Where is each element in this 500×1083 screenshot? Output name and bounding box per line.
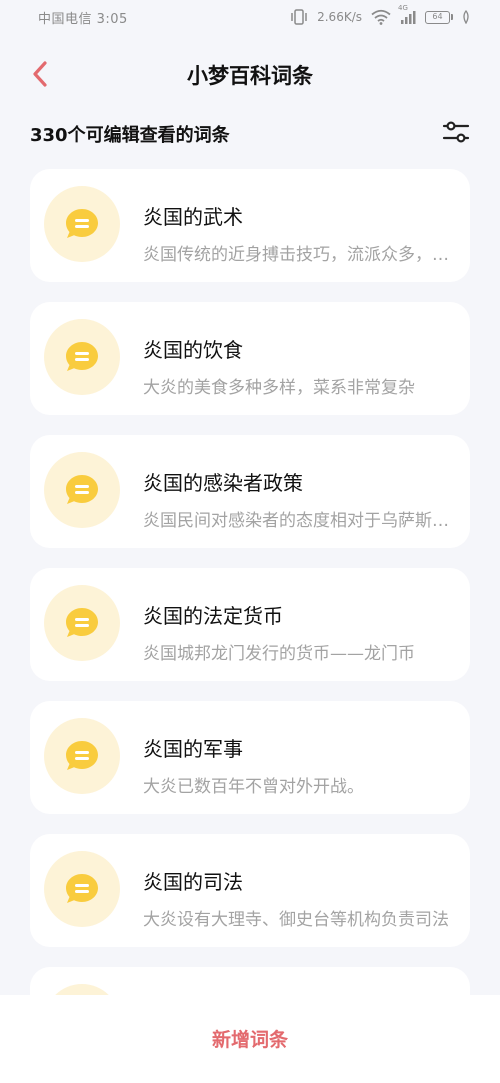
add-entry-button[interactable]: 新增词条 xyxy=(0,1025,500,1052)
entry-avatar xyxy=(44,718,120,794)
entry-card[interactable]: 炎国的感染者政策 炎国民间对感染者的态度相对于乌萨斯较为宽松 xyxy=(30,435,470,548)
entry-title: 炎国的饮食 xyxy=(143,338,243,362)
entry-title: 炎国的感染者政策 xyxy=(143,471,303,495)
bottom-bar: 新增词条 xyxy=(0,995,500,1083)
entry-avatar xyxy=(44,452,120,528)
wifi-icon xyxy=(371,9,391,25)
entry-description: 大炎设有大理寺、御史台等机构负责司法 xyxy=(143,910,449,930)
entry-title: 炎国的法定货币 xyxy=(143,604,283,628)
entry-avatar xyxy=(44,319,120,395)
chat-bubble-icon xyxy=(66,741,98,770)
entry-card[interactable]: 炎国的军事 大炎已数百年不曾对外开战。 xyxy=(30,701,470,814)
battery-level: 64 xyxy=(425,10,450,24)
entry-list: 炎国的武术 炎国传统的近身搏击技巧，流派众多，各有所长 炎国的饮食 大炎的美食多… xyxy=(30,169,470,1083)
entry-avatar xyxy=(44,585,120,661)
entry-title: 炎国的司法 xyxy=(143,870,243,894)
subheader: 330个可编辑查看的词条 xyxy=(0,112,500,150)
signal-icon: 4G xyxy=(398,4,416,24)
entry-count-label: 330个可编辑查看的词条 xyxy=(30,125,230,146)
entry-title: 炎国的武术 xyxy=(143,205,243,229)
entry-description: 大炎已数百年不曾对外开战。 xyxy=(143,777,364,797)
entry-description: 炎国传统的近身搏击技巧，流派众多，各有所长 xyxy=(143,245,456,265)
status-bar: 中国电信 3:05 2.66K/s 4G 64 xyxy=(0,0,500,36)
entry-card[interactable]: 炎国的司法 大炎设有大理寺、御史台等机构负责司法 xyxy=(30,834,470,947)
network-speed: 2.66K/s xyxy=(317,10,362,24)
chat-bubble-icon xyxy=(66,209,98,238)
status-icons: 2.66K/s 4G 64 xyxy=(290,4,470,27)
vibrate-icon xyxy=(290,9,308,25)
entry-card[interactable]: 炎国的法定货币 炎国城邦龙门发行的货币——龙门币 xyxy=(30,568,470,681)
network-type: 4G xyxy=(398,4,408,12)
chat-bubble-icon xyxy=(66,475,98,504)
screen: 中国电信 3:05 2.66K/s 4G 64 小梦百科词条 330个可编辑查看… xyxy=(0,0,500,1083)
header: 小梦百科词条 xyxy=(0,48,500,100)
entry-description: 炎国城邦龙门发行的货币——龙门币 xyxy=(143,644,415,664)
chat-bubble-icon xyxy=(66,342,98,371)
filter-button[interactable] xyxy=(440,116,472,148)
battery-tip xyxy=(451,14,453,20)
entry-card[interactable]: 炎国的武术 炎国传统的近身搏击技巧，流派众多，各有所长 xyxy=(30,169,470,282)
entry-description: 大炎的美食多种多样，菜系非常复杂 xyxy=(143,378,415,398)
status-carrier-time: 中国电信 3:05 xyxy=(38,12,128,27)
entry-avatar xyxy=(44,851,120,927)
entry-title: 炎国的军事 xyxy=(143,737,243,761)
entry-avatar xyxy=(44,186,120,262)
page-title: 小梦百科词条 xyxy=(187,64,313,88)
chat-bubble-icon xyxy=(66,608,98,637)
filter-sliders-icon xyxy=(442,121,470,143)
chat-bubble-icon xyxy=(66,874,98,903)
entry-description: 炎国民间对感染者的态度相对于乌萨斯较为宽松 xyxy=(143,511,456,531)
entry-card[interactable]: 炎国的饮食 大炎的美食多种多样，菜系非常复杂 xyxy=(30,302,470,415)
battery-icon: 64 xyxy=(425,10,453,24)
leaf-icon xyxy=(462,10,470,24)
